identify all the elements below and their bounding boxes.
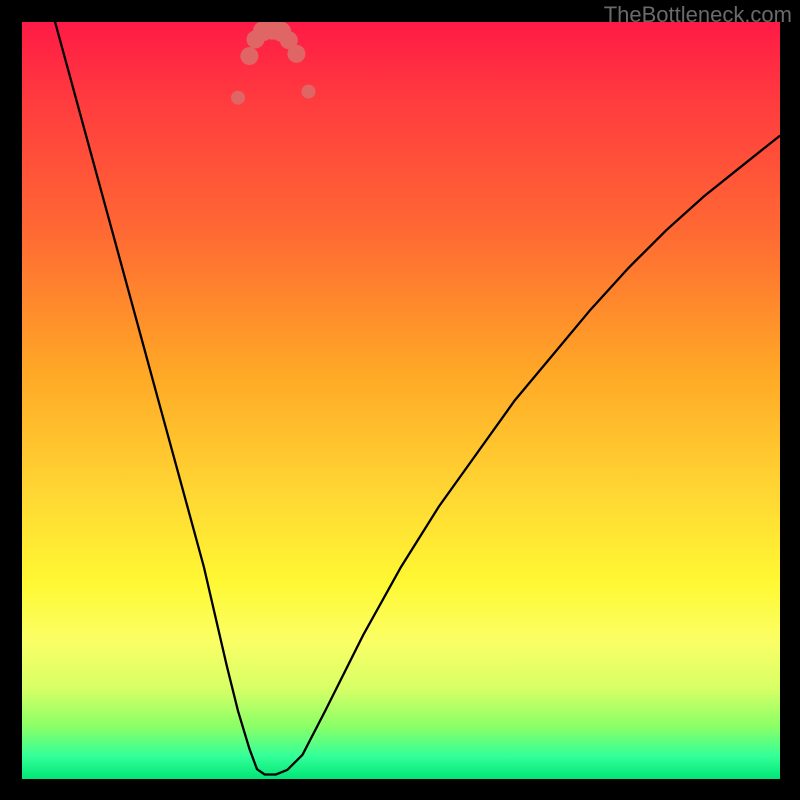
curve-marker bbox=[302, 85, 316, 99]
curve-markers bbox=[231, 22, 316, 105]
watermark-text: TheBottleneck.com bbox=[604, 2, 792, 28]
bottleneck-curve bbox=[22, 22, 780, 775]
curve-marker bbox=[231, 91, 245, 105]
curve-marker bbox=[287, 45, 305, 63]
chart-frame: TheBottleneck.com bbox=[0, 0, 800, 800]
curve-marker bbox=[240, 47, 258, 65]
plot-area bbox=[22, 22, 780, 779]
chart-svg bbox=[22, 22, 780, 779]
